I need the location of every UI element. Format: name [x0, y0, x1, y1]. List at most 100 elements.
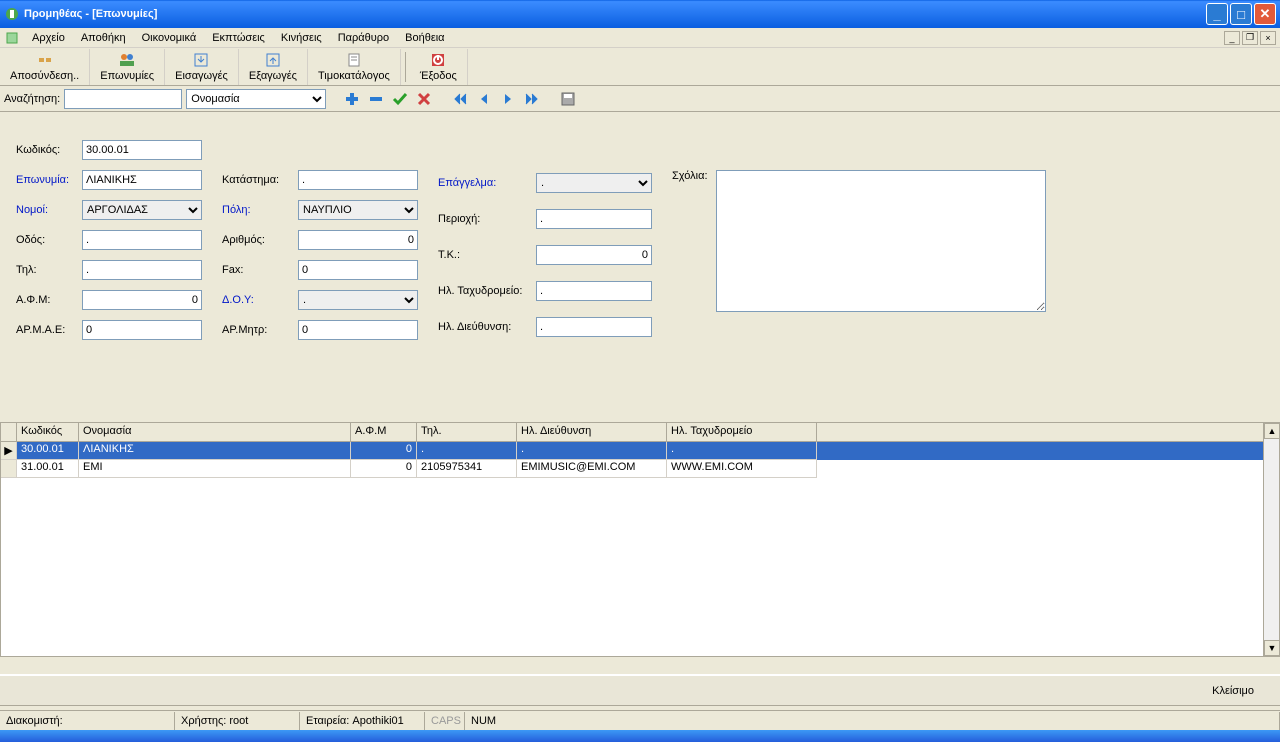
label-url: Ηλ. Διεύθυνση:	[438, 321, 530, 333]
scroll-track[interactable]	[1264, 439, 1279, 640]
cancel-button[interactable]	[414, 89, 434, 109]
scroll-up-button[interactable]: ▲	[1264, 423, 1280, 439]
table-cell: 2105975341	[417, 460, 517, 478]
grid-header-vat[interactable]: Α.Φ.Μ	[351, 423, 417, 441]
close-link[interactable]: Κλείσιμο	[1206, 683, 1260, 699]
menu-help[interactable]: Βοήθεια	[397, 30, 452, 46]
input-url[interactable]	[536, 317, 652, 337]
save-button[interactable]	[558, 89, 578, 109]
last-button[interactable]	[522, 89, 542, 109]
textarea-comments[interactable]	[716, 170, 1046, 312]
menu-movements[interactable]: Κινήσεις	[273, 30, 330, 46]
titlebar: Προμηθέας - [Επωνυμίες] _ □ ✕	[0, 0, 1280, 28]
mdi-restore[interactable]: ❐	[1242, 31, 1258, 45]
table-cell: .	[517, 442, 667, 460]
label-doy: Δ.Ο.Υ:	[222, 294, 290, 306]
status-user-value: root	[229, 715, 248, 727]
label-code: Κωδικός:	[16, 144, 74, 156]
label-city: Πόλη:	[222, 204, 290, 216]
window-close-button[interactable]: ✕	[1254, 3, 1276, 25]
input-street[interactable]	[82, 230, 202, 250]
remove-button[interactable]	[366, 89, 386, 109]
table-cell: WWW.EMI.COM	[667, 460, 817, 478]
toolbar-pricelist[interactable]: Τιμοκατάλογος	[308, 49, 401, 85]
menu-window[interactable]: Παράθυρο	[330, 30, 397, 46]
prev-button[interactable]	[474, 89, 494, 109]
input-email[interactable]	[536, 281, 652, 301]
input-area[interactable]	[536, 209, 652, 229]
input-fax[interactable]	[298, 260, 418, 280]
toolbar-imports[interactable]: Εισαγωγές	[165, 49, 239, 85]
label-profession: Επάγγελμα:	[438, 177, 530, 189]
scroll-down-button[interactable]: ▼	[1264, 640, 1280, 656]
input-number[interactable]	[298, 230, 418, 250]
label-county: Νομοί:	[16, 204, 74, 216]
grid-header-name[interactable]: Ονομασία	[79, 423, 351, 441]
select-county[interactable]: ΑΡΓΟΛΙΔΑΣ	[82, 200, 202, 220]
table-cell: 0	[351, 460, 417, 478]
add-button[interactable]	[342, 89, 362, 109]
label-phone: Τηλ:	[16, 264, 74, 276]
table-row[interactable]: 31.00.01EMI02105975341EMIMUSIC@EMI.COMWW…	[1, 460, 1263, 478]
confirm-button[interactable]	[390, 89, 410, 109]
maximize-button[interactable]: □	[1230, 3, 1252, 25]
table-cell: .	[667, 442, 817, 460]
grid-header-email[interactable]: Ηλ. Ταχυδρομείο	[667, 423, 817, 441]
label-zip: Τ.Κ.:	[438, 249, 530, 261]
table-cell: .	[417, 442, 517, 460]
toolbar-exit[interactable]: Έξοδος	[410, 49, 468, 85]
table-cell: EMI	[79, 460, 351, 478]
input-store[interactable]	[298, 170, 418, 190]
mdi-close[interactable]: ×	[1260, 31, 1276, 45]
input-zip[interactable]	[536, 245, 652, 265]
grid-header-url[interactable]: Ηλ. Διεύθυνση	[517, 423, 667, 441]
minimize-button[interactable]: _	[1206, 3, 1228, 25]
menu-discounts[interactable]: Εκπτώσεις	[204, 30, 273, 46]
label-fax: Fax:	[222, 264, 290, 276]
status-company-label: Εταιρεία:	[306, 715, 349, 727]
search-input[interactable]	[64, 89, 182, 109]
input-armae[interactable]	[82, 320, 202, 340]
label-comments: Σχόλια:	[672, 170, 708, 312]
input-name[interactable]	[82, 170, 202, 190]
menu-warehouse[interactable]: Αποθήκη	[73, 30, 134, 46]
label-armitr: ΑΡ.Μητρ:	[222, 324, 290, 336]
menubar: Αρχείο Αποθήκη Οικονομικά Εκπτώσεις Κινή…	[0, 28, 1280, 48]
grid-header-phone[interactable]: Τηλ.	[417, 423, 517, 441]
mdi-minimize[interactable]: _	[1224, 31, 1240, 45]
select-doy[interactable]: .	[298, 290, 418, 310]
menu-finance[interactable]: Οικονομικά	[134, 30, 205, 46]
status-user-label: Χρήστης:	[181, 715, 226, 727]
input-vat[interactable]	[82, 290, 202, 310]
input-code[interactable]	[82, 140, 202, 160]
search-label: Αναζήτηση:	[4, 93, 60, 105]
toolbar-names[interactable]: Επωνυμίες	[90, 49, 165, 85]
search-field-select[interactable]: Ονομασία	[186, 89, 326, 109]
input-phone[interactable]	[82, 260, 202, 280]
toolbar-disconnect[interactable]: Αποσύνδεση..	[0, 49, 90, 85]
row-indicator: ▶	[1, 442, 17, 460]
app-icon	[4, 6, 20, 22]
menu-app-icon	[4, 30, 20, 46]
toolbar-exports[interactable]: Εξαγωγές	[239, 49, 308, 85]
input-armitr[interactable]	[298, 320, 418, 340]
table-cell: 31.00.01	[17, 460, 79, 478]
select-city[interactable]: ΝΑΥΠΛΙΟ	[298, 200, 418, 220]
grid-vertical-scrollbar[interactable]: ▲ ▼	[1263, 423, 1279, 656]
select-profession[interactable]: .	[536, 173, 652, 193]
table-row[interactable]: ▶30.00.01ΛΙΑΝΙΚΗΣ0...	[1, 442, 1263, 460]
table-cell: 0	[351, 442, 417, 460]
label-number: Αριθμός:	[222, 234, 290, 246]
grid-header-code[interactable]: Κωδικός	[17, 423, 79, 441]
first-button[interactable]	[450, 89, 470, 109]
menu-file[interactable]: Αρχείο	[24, 30, 73, 46]
bottom-bar: Κλείσιμο	[0, 674, 1280, 706]
row-indicator	[1, 460, 17, 478]
status-num: NUM	[465, 712, 1280, 730]
form-area: Κωδικός: Επωνυμία: Νομοί: ΑΡΓΟΛΙΔΑΣ Οδός…	[0, 112, 1280, 422]
grid-header-indicator	[1, 423, 17, 441]
next-button[interactable]	[498, 89, 518, 109]
status-server-label: Διακομιστή:	[6, 715, 63, 727]
window-title: Προμηθέας - [Επωνυμίες]	[24, 8, 1204, 20]
disconnect-icon	[37, 52, 53, 68]
